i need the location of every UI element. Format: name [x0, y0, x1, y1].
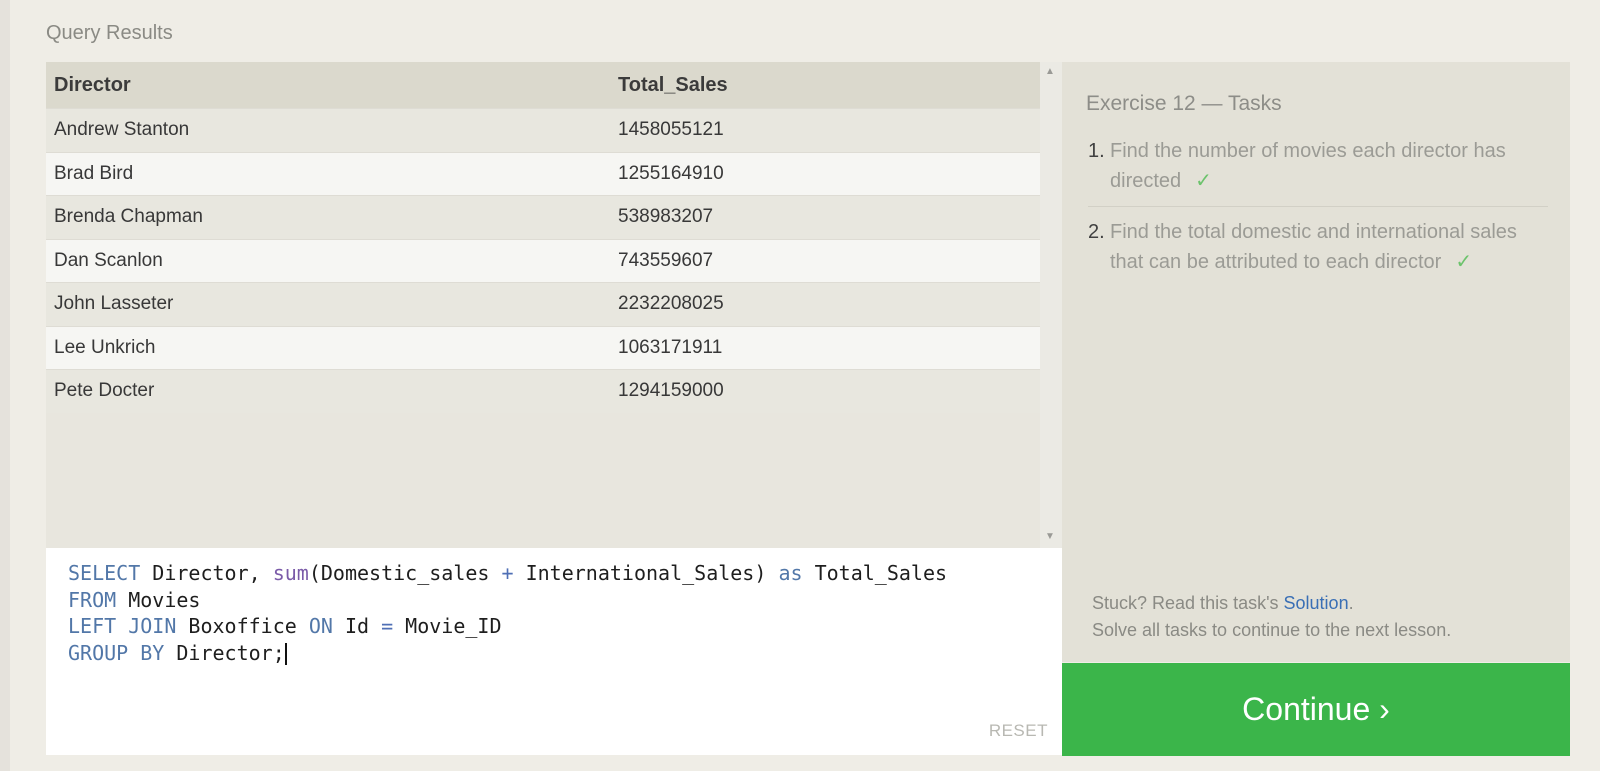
code-op-token: +	[501, 561, 514, 585]
task-number: 2.	[1088, 221, 1105, 243]
table-row: John Lasseter 2232208025	[46, 282, 1040, 326]
cell-director: Andrew Stanton	[54, 119, 190, 141]
code-token: Boxoffice	[176, 614, 309, 638]
cell-total-sales: 538983207	[618, 206, 714, 228]
continue-button[interactable]: Continue ›	[1062, 663, 1570, 756]
reset-button[interactable]: RESET	[989, 721, 1048, 741]
scroll-down-arrow-icon[interactable]: ▼	[1045, 531, 1055, 542]
code-line[interactable]: SELECT Director, sum(Domestic_sales + In…	[68, 560, 1040, 587]
cell-director: Brenda Chapman	[54, 206, 203, 228]
cell-total-sales: 2232208025	[618, 293, 724, 315]
code-token: Movie_ID	[393, 614, 502, 638]
task-list: 1. Find the number of movies each directo…	[1088, 136, 1548, 297]
task-item: 2. Find the total domestic and internatio…	[1088, 217, 1548, 287]
code-line[interactable]: GROUP BY Director;	[68, 640, 1040, 667]
table-row: Brenda Chapman 538983207	[46, 195, 1040, 239]
cell-director: Pete Docter	[54, 380, 155, 402]
code-kw-token: ON	[308, 614, 333, 638]
column-header-total-sales: Total_Sales	[618, 73, 728, 96]
column-header-director: Director	[54, 73, 131, 96]
code-op-token: =	[381, 614, 394, 638]
task-item: 1. Find the number of movies each directo…	[1088, 136, 1548, 207]
table-body: Andrew Stanton 1458055121 Brad Bird 1255164…	[46, 108, 1040, 413]
tasks-panel: Exercise 12 — Tasks 1. Find the number of…	[1062, 62, 1570, 662]
check-icon: ✓	[1195, 170, 1212, 192]
code-token: Director,	[140, 561, 273, 585]
table-row: Andrew Stanton 1458055121	[46, 108, 1040, 152]
code-kw-token: LEFT JOIN	[68, 614, 177, 638]
table-header: Director Total_Sales	[46, 62, 1040, 108]
text-cursor	[284, 643, 287, 665]
table-row: Pete Docter 1294159000	[46, 369, 1040, 413]
cell-total-sales: 1294159000	[618, 380, 724, 402]
code-token: (Domestic_sales	[308, 561, 502, 585]
cell-director: Brad Bird	[54, 162, 134, 184]
sql-code[interactable]: SELECT Director, sum(Domestic_sales + In…	[68, 560, 1040, 666]
left-edge-bar	[0, 0, 10, 771]
cell-total-sales: 1458055121	[618, 119, 724, 141]
exercise-title: Exercise 12 — Tasks	[1086, 92, 1282, 115]
code-line[interactable]: LEFT JOIN Boxoffice ON Id = Movie_ID	[68, 613, 1040, 640]
stuck-suffix: .	[1348, 593, 1354, 613]
task-number: 1.	[1088, 140, 1105, 162]
sql-editor[interactable]: SELECT Director, sum(Domestic_sales + In…	[46, 548, 1062, 755]
code-token: Id	[332, 614, 382, 638]
code-token: Movies	[116, 587, 201, 612]
check-icon: ✓	[1455, 251, 1473, 273]
cell-total-sales: 1255164910	[618, 162, 724, 184]
cell-total-sales: 743559607	[618, 249, 714, 271]
solution-link[interactable]: Solution	[1284, 593, 1349, 613]
code-kw-token: GROUP BY	[68, 640, 165, 665]
task-text: Find the total domestic and internationa…	[1110, 221, 1517, 273]
table-row: Brad Bird 1255164910	[46, 151, 1040, 195]
code-kw-token: SELECT	[68, 561, 141, 585]
cell-director: Lee Unkrich	[54, 336, 156, 358]
cell-director: John Lasseter	[54, 293, 174, 315]
code-token: International_Sales)	[513, 561, 779, 585]
code-token: Total_Sales	[802, 561, 948, 585]
cell-director: Dan Scanlon	[54, 249, 163, 271]
results-scrollbar[interactable]: ▲ ▼	[1040, 62, 1062, 548]
code-token: Director;	[164, 640, 285, 665]
help-text: Stuck? Read this task's Solution. Solve …	[1092, 590, 1451, 644]
stuck-prefix: Stuck? Read this task's	[1092, 593, 1284, 613]
solve-all-text: Solve all tasks to continue to the next …	[1092, 620, 1452, 640]
table-row: Dan Scanlon 743559607	[46, 238, 1040, 282]
code-kw-token: FROM	[68, 587, 117, 612]
table-row: Lee Unkrich 1063171911	[46, 325, 1040, 369]
code-kw-token: as	[778, 561, 803, 585]
code-line[interactable]: FROM Movies	[68, 587, 1040, 614]
code-fn-token: sum	[272, 561, 309, 585]
query-results-title: Query Results	[46, 22, 173, 44]
scroll-up-arrow-icon[interactable]: ▲	[1045, 66, 1055, 77]
query-results-table: Director Total_Sales Andrew Stanton 14580…	[46, 62, 1040, 548]
cell-total-sales: 1063171911	[618, 336, 723, 358]
task-text: Find the number of movies each director …	[1110, 140, 1506, 192]
